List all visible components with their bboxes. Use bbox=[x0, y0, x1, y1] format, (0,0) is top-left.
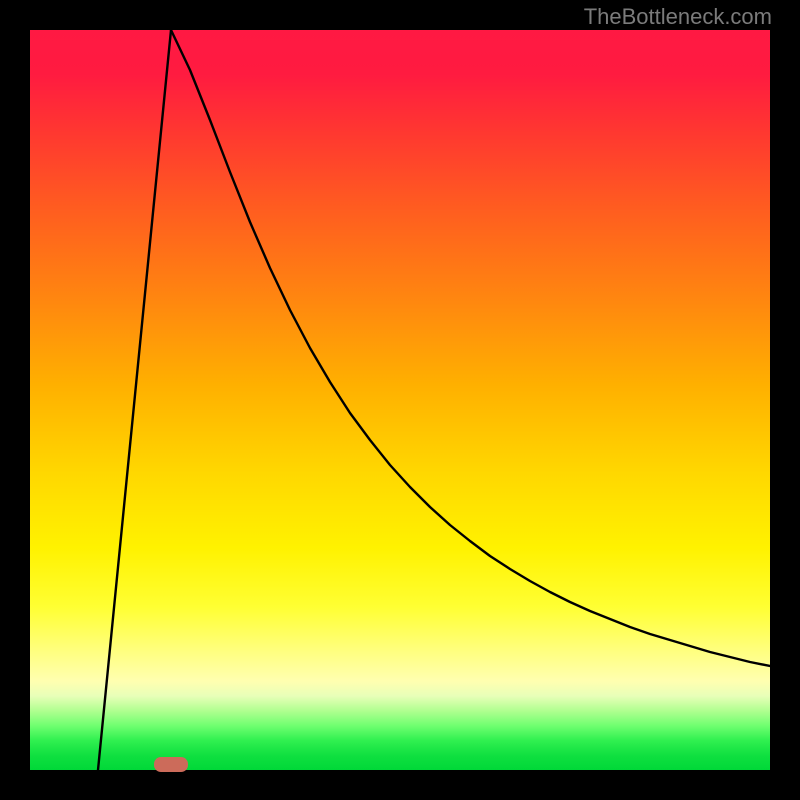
curve-right-segment bbox=[171, 30, 770, 666]
chart-container: TheBottleneck.com bbox=[0, 0, 800, 800]
minimum-marker bbox=[154, 757, 188, 772]
curve-left-segment bbox=[98, 30, 171, 770]
plot-area bbox=[30, 30, 770, 770]
watermark-text: TheBottleneck.com bbox=[584, 4, 772, 30]
curve-svg bbox=[30, 30, 770, 770]
